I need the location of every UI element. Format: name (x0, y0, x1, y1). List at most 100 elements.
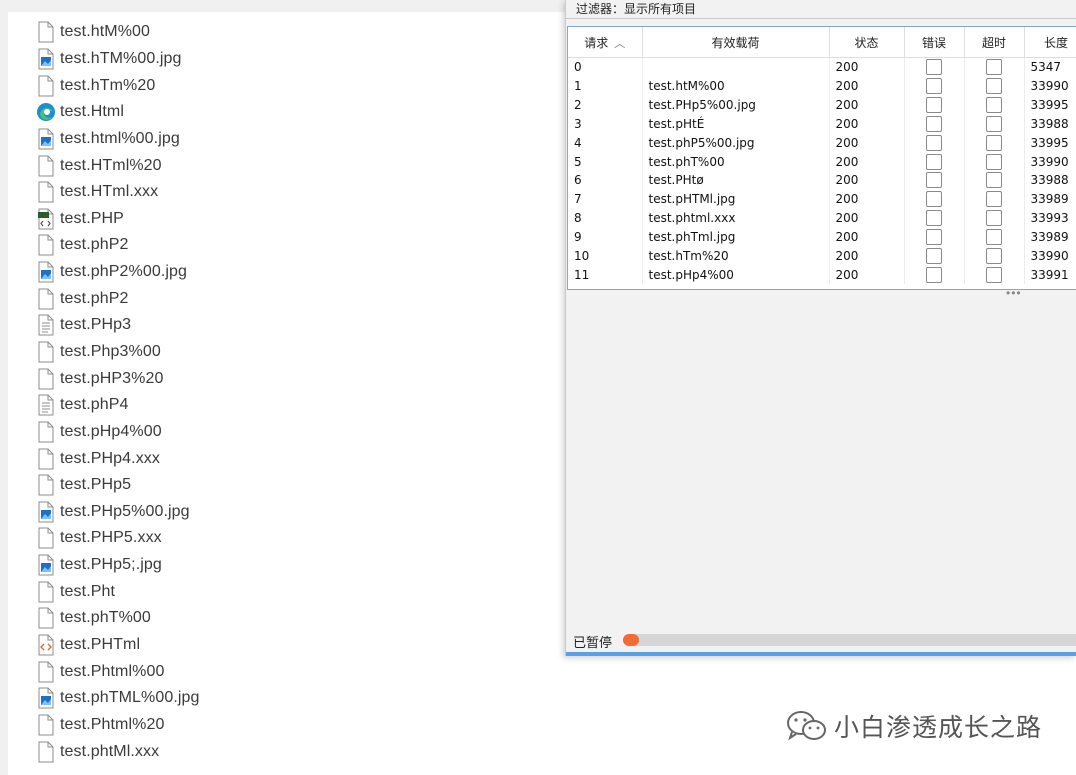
error-checkbox[interactable] (926, 266, 942, 283)
table-row[interactable]: 11 test.pHp4%00 200 33991 (568, 265, 1076, 285)
cell-length: 33991 (1024, 265, 1076, 285)
cell-request: 1 (568, 76, 643, 96)
file-item[interactable]: test.Php3%00 (36, 339, 200, 366)
file-name: test.phP2 (60, 289, 129, 307)
file-item[interactable]: test.Pht (36, 578, 200, 605)
file-name: test.phTML%00.jpg (60, 689, 200, 707)
file-name: test.hTm%20 (60, 76, 156, 94)
file-item[interactable]: test.phP4 (36, 392, 200, 419)
table-row[interactable]: 6 test.PHtø 200 33988 (568, 171, 1076, 190)
timeout-checkbox[interactable] (986, 78, 1002, 95)
text-file-icon (36, 394, 56, 416)
cell-error (904, 57, 965, 77)
cell-status: 200 (829, 208, 905, 228)
timeout-checkbox[interactable] (986, 153, 1002, 170)
error-checkbox[interactable] (926, 153, 942, 170)
cell-error (904, 114, 965, 134)
table-row[interactable]: 3 test.pHtÉ 200 33988 (568, 114, 1076, 134)
file-item[interactable]: test.Phtml%20 (36, 712, 200, 739)
error-checkbox[interactable] (926, 229, 942, 246)
error-checkbox[interactable] (926, 115, 942, 132)
file-item[interactable]: test.Phtml%00 (36, 658, 200, 685)
column-header-payload[interactable]: 有效载荷 (642, 27, 830, 58)
error-checkbox[interactable] (926, 172, 942, 189)
file-item[interactable]: test.PHp5;.jpg (36, 552, 200, 579)
file-item[interactable]: test.hTM%00.jpg (36, 46, 200, 73)
file-item[interactable]: test.pHP3%20 (36, 365, 200, 392)
column-header-error[interactable]: 错误 (904, 27, 965, 58)
timeout-checkbox[interactable] (986, 97, 1002, 114)
blank-file-icon (36, 341, 56, 363)
error-checkbox[interactable] (926, 97, 942, 114)
file-item[interactable]: test.phTML%00.jpg (36, 685, 200, 712)
file-item[interactable]: test.PHTml (36, 632, 200, 659)
timeout-checkbox[interactable] (986, 134, 1002, 151)
file-item[interactable]: test.PHp3 (36, 312, 200, 339)
table-row[interactable]: 9 test.phTml.jpg 200 33989 (568, 227, 1076, 247)
column-header-length[interactable]: 长度 (1024, 27, 1076, 58)
table-row[interactable]: 0 200 5347 (568, 57, 1076, 77)
file-item[interactable]: test.phtMl.xxx (36, 738, 200, 765)
pane-splitter-handle[interactable]: ••• (1006, 286, 1022, 300)
file-item[interactable]: test.htM%00 (36, 19, 200, 46)
cell-error (904, 133, 965, 153)
file-name: test.pHp4%00 (60, 422, 162, 440)
file-item[interactable]: test.HTml.xxx (36, 179, 200, 206)
file-name: test.htM%00 (60, 23, 151, 41)
file-item[interactable]: test.HTml%20 (36, 152, 200, 179)
file-item[interactable]: test.phP2%00.jpg (36, 259, 200, 286)
file-item[interactable]: test.phT%00 (36, 605, 200, 632)
column-header-status[interactable]: 状态 (829, 27, 905, 58)
error-checkbox[interactable] (926, 78, 942, 95)
table-row[interactable]: 8 test.phtml.xxx 200 33993 (568, 208, 1076, 228)
file-item[interactable]: test.html%00.jpg (36, 126, 200, 153)
blank-file-icon (36, 181, 56, 203)
cell-status: 200 (829, 246, 905, 266)
cell-request: 9 (568, 227, 643, 247)
timeout-checkbox[interactable] (986, 210, 1002, 227)
table-row[interactable]: 5 test.phT%00 200 33990 (568, 152, 1076, 172)
file-item[interactable]: test.PHp4.xxx (36, 445, 200, 472)
table-row[interactable]: 7 test.pHTMl.jpg 200 33989 (568, 189, 1076, 209)
column-header-request[interactable]: 请求 ︿ (568, 27, 643, 58)
cell-timeout (964, 152, 1025, 172)
cell-error (904, 265, 965, 285)
timeout-checkbox[interactable] (986, 191, 1002, 208)
cell-status: 200 (829, 265, 905, 285)
cell-timeout (964, 95, 1025, 115)
file-item[interactable]: test.PHp5%00.jpg (36, 499, 200, 526)
column-header-timeout[interactable]: 超时 (964, 27, 1025, 58)
error-checkbox[interactable] (926, 210, 942, 227)
file-item[interactable]: test.pHp4%00 (36, 419, 200, 446)
file-item[interactable]: test.phP2 (36, 232, 200, 259)
table-row[interactable]: 10 test.hTm%20 200 33990 (568, 246, 1076, 266)
file-item[interactable]: test.hTm%20 (36, 72, 200, 99)
error-checkbox[interactable] (926, 59, 942, 76)
cell-status: 200 (829, 227, 905, 247)
blank-file-icon (36, 527, 56, 549)
filter-bar[interactable]: 过滤器：显示所有项目 (566, 0, 1076, 19)
error-checkbox[interactable] (926, 247, 942, 264)
file-item[interactable]: test.Html (36, 99, 200, 126)
file-item[interactable]: test.phP2 (36, 285, 200, 312)
filter-label[interactable]: 过滤器：显示所有项目 (576, 0, 696, 17)
cell-status: 200 (829, 189, 905, 209)
file-item[interactable]: test.PHP5.xxx (36, 525, 200, 552)
timeout-checkbox[interactable] (986, 229, 1002, 246)
cell-status: 200 (829, 57, 905, 77)
table-row[interactable]: 4 test.phP5%00.jpg 200 33995 (568, 133, 1076, 153)
file-item[interactable]: test.PHP (36, 205, 200, 232)
cell-payload: test.pHTMl.jpg (642, 189, 830, 209)
file-item[interactable]: test.PHp5 (36, 472, 200, 499)
error-checkbox[interactable] (926, 134, 942, 151)
timeout-checkbox[interactable] (986, 59, 1002, 76)
cell-error (904, 152, 965, 172)
cell-timeout (964, 265, 1025, 285)
table-row[interactable]: 2 test.PHp5%00.jpg 200 33995 (568, 95, 1076, 115)
table-row[interactable]: 1 test.htM%00 200 33990 (568, 76, 1076, 96)
timeout-checkbox[interactable] (986, 247, 1002, 264)
timeout-checkbox[interactable] (986, 172, 1002, 189)
error-checkbox[interactable] (926, 191, 942, 208)
timeout-checkbox[interactable] (986, 266, 1002, 283)
timeout-checkbox[interactable] (986, 115, 1002, 132)
